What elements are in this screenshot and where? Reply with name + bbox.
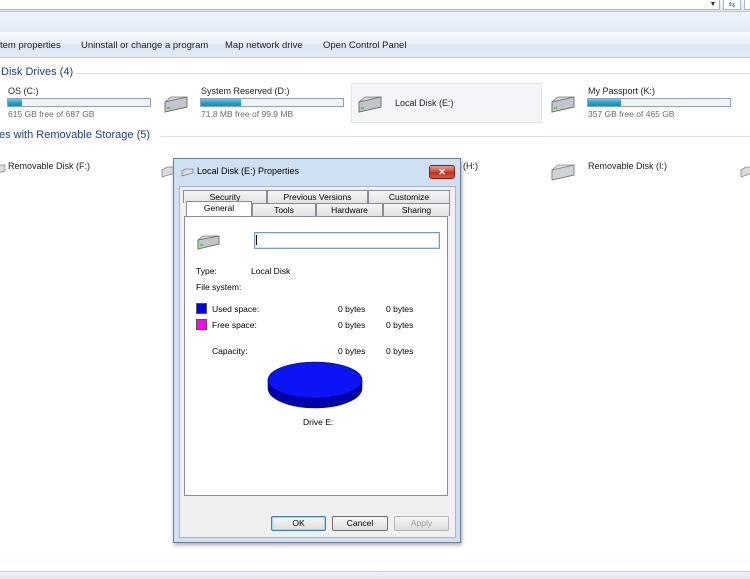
hard-disk-icon	[551, 96, 575, 113]
free-space-swatch	[196, 319, 207, 330]
used-space-label: Used space:	[212, 304, 260, 314]
separator	[196, 257, 438, 258]
tab-general[interactable]: General	[186, 201, 252, 216]
drive-name: My Passport (K:)	[588, 86, 656, 96]
tab-hardware[interactable]: Hardware	[316, 203, 383, 216]
uninstall-program-button[interactable]: Uninstall or change a program	[81, 40, 208, 52]
drive-name: Removable Disk (I:)	[588, 161, 668, 171]
capacity-size: 0 bytes	[386, 346, 414, 356]
free-space-label: Free space:	[212, 320, 257, 330]
separator	[196, 297, 438, 298]
type-label: Type:	[196, 266, 217, 276]
refresh-icon[interactable]: ⇆	[723, 0, 741, 10]
hard-disk-icon	[197, 235, 220, 250]
properties-dialog: Local Disk (E:) Properties ✕ Security Pr…	[173, 158, 461, 543]
separator	[196, 429, 438, 430]
pie-used-slice	[267, 361, 363, 399]
drive-caption: Drive E:	[303, 417, 334, 427]
group-divider	[160, 136, 750, 137]
drive-tile-d[interactable]: System Reserved (D:) 71.8 MB free of 99.…	[160, 84, 348, 122]
drive-name: OS (C:)	[8, 86, 39, 96]
apply-button[interactable]: Apply	[394, 516, 449, 531]
close-button[interactable]: ✕	[429, 165, 455, 179]
drive-usage-bar	[587, 98, 731, 107]
hard-disk-icon	[358, 96, 382, 113]
tab-tools[interactable]: Tools	[252, 203, 316, 216]
address-dropdown-icon[interactable]: ▼	[707, 0, 719, 10]
tab-previous-versions[interactable]: Previous Versions	[267, 190, 368, 203]
explorer-window: ▼ ⇆ tem properties Uninstall or change a…	[0, 0, 750, 579]
volume-label-input[interactable]	[254, 232, 440, 249]
drive-usage-fill	[588, 99, 621, 106]
drive-tile-e[interactable]: Local Disk (E:)	[351, 83, 542, 123]
capacity-label: Capacity:	[212, 346, 248, 356]
free-space-size: 0 bytes	[386, 320, 414, 330]
hard-disk-icon	[181, 168, 194, 177]
status-bar	[0, 571, 750, 579]
hard-disk-icon	[164, 96, 188, 113]
drive-free-space: 615 GB free of 687 GB	[8, 109, 95, 119]
address-bar[interactable]	[0, 0, 720, 10]
used-space-size: 0 bytes	[386, 304, 414, 314]
open-control-panel-button[interactable]: Open Control Panel	[323, 40, 406, 52]
drive-name: (H:)	[463, 161, 478, 171]
removable-group-header[interactable]: es with Removable Storage (5)	[0, 129, 150, 141]
system-properties-button[interactable]: tem properties	[0, 40, 61, 52]
drive-name: Local Disk (E:)	[395, 98, 454, 108]
map-network-drive-button[interactable]: Map network drive	[225, 40, 303, 52]
used-space-bytes: 0 bytes	[338, 304, 366, 314]
drive-name: Removable Disk (F:)	[8, 161, 91, 171]
dialog-title: Local Disk (E:) Properties	[197, 166, 300, 176]
separator	[196, 338, 438, 339]
drive-usage-bar	[7, 98, 151, 107]
drive-tile-k[interactable]: My Passport (K:) 357 GB free of 465 GB	[547, 84, 737, 122]
group-divider	[76, 73, 750, 74]
used-space-swatch	[196, 303, 207, 314]
drive-free-space: 71.8 MB free of 99.9 MB	[201, 109, 294, 119]
drive-usage-fill	[201, 99, 241, 106]
tab-customize[interactable]: Customize	[368, 190, 450, 203]
removable-disk-icon	[551, 164, 575, 181]
search-box[interactable]	[744, 0, 750, 10]
menu-band	[0, 12, 750, 32]
drive-tile-h[interactable]: (H:)	[461, 158, 521, 184]
general-tab-panel	[184, 216, 448, 496]
capacity-bytes: 0 bytes	[338, 346, 366, 356]
ok-button[interactable]: OK	[271, 516, 326, 531]
drive-tile-c[interactable]: OS (C:) 615 GB free of 687 GB	[0, 84, 155, 122]
drive-tile-i[interactable]: Removable Disk (I:)	[547, 158, 737, 186]
removable-disk-icon	[740, 166, 750, 178]
hard-disks-group-header[interactable]: Disk Drives (4)	[1, 66, 73, 78]
drive-usage-bar	[200, 98, 344, 107]
removable-disk-icon	[0, 164, 6, 173]
cancel-button[interactable]: Cancel	[332, 516, 388, 531]
drive-name: System Reserved (D:)	[201, 86, 290, 96]
file-system-label: File system:	[196, 282, 242, 292]
free-space-bytes: 0 bytes	[338, 320, 366, 330]
tab-sharing[interactable]: Sharing	[383, 203, 450, 216]
drive-tile-f[interactable]: Removable Disk (F:)	[0, 158, 150, 184]
type-value: Local Disk	[251, 266, 291, 276]
drive-free-space: 357 GB free of 465 GB	[588, 109, 675, 119]
drive-usage-fill	[8, 99, 23, 106]
text-caret	[256, 235, 257, 245]
usage-pie-chart	[267, 361, 363, 409]
